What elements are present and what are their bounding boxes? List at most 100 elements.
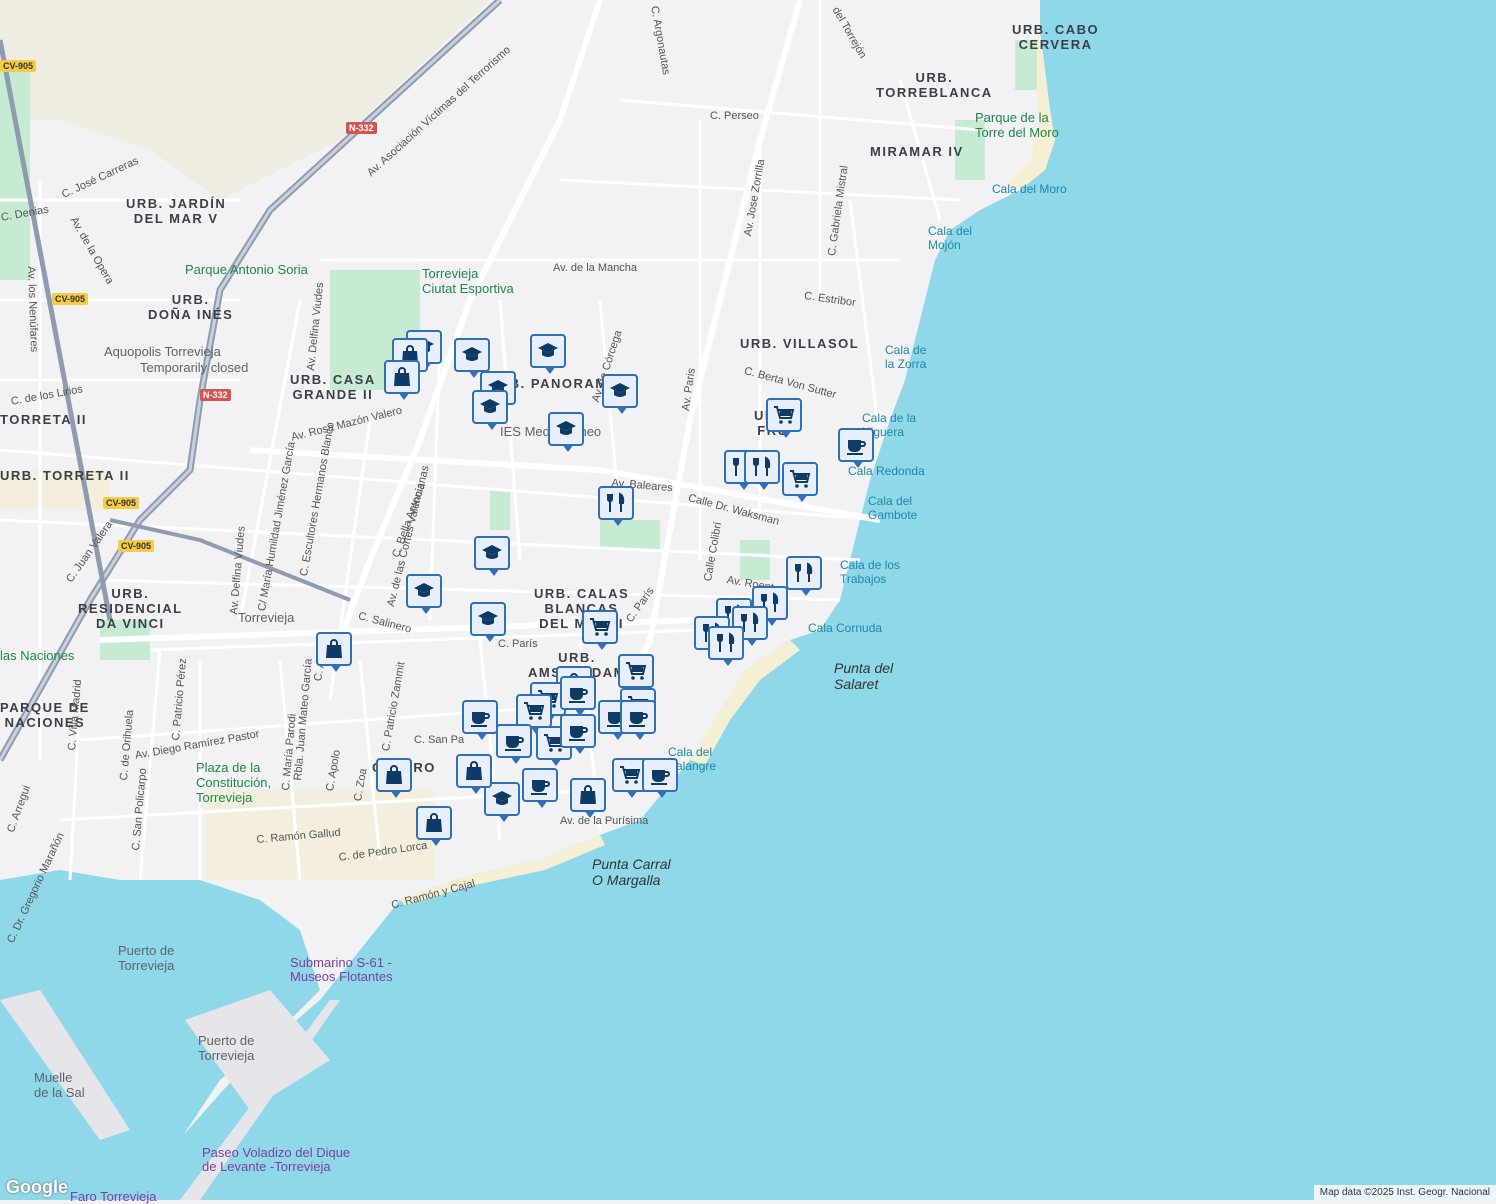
cafe-icon	[531, 780, 550, 795]
attraction-label: Paseo Voladizo del Dique de Levante -Tor…	[202, 1145, 351, 1174]
park	[490, 490, 510, 530]
cove-label: Cala de los Trabajos	[840, 558, 901, 586]
cafe-pin[interactable]	[462, 700, 498, 740]
shop-icon	[394, 367, 410, 386]
school-icon	[538, 343, 558, 357]
place-label: Aquopolis Torrevieja	[104, 344, 221, 359]
shop-pin[interactable]	[456, 754, 492, 794]
cart-icon	[590, 618, 611, 636]
cart-pin[interactable]	[582, 610, 618, 650]
cafe-pin[interactable]	[560, 714, 596, 754]
shop-icon	[326, 639, 342, 658]
school-icon	[478, 611, 498, 625]
area-label: URB. CASA GRANDE II	[290, 372, 376, 402]
place-label: Puerto de Torrevieja	[198, 1033, 255, 1063]
area-label: URB. DOÑA INÉS	[148, 292, 234, 322]
cove-label: Cala del Gambote	[868, 494, 918, 522]
cafe-pin[interactable]	[838, 428, 874, 468]
cafe-icon	[505, 736, 524, 751]
park-label: Torrevieja Ciutat Esportiva	[422, 266, 514, 296]
restaurant-pin[interactable]	[786, 556, 822, 596]
area-label: URB. JARDÍN DEL MAR V	[126, 196, 227, 226]
shop-icon	[580, 785, 596, 804]
headland-label: Punta Carral O Margalla	[592, 856, 671, 888]
place-label: Temporarily closed	[140, 360, 249, 375]
shop-pin[interactable]	[316, 632, 352, 672]
cafe-pin[interactable]	[522, 768, 558, 808]
shop-icon	[426, 813, 442, 832]
cart-icon	[774, 406, 795, 424]
road-shield: CV-905	[0, 60, 37, 72]
road-shield: CV-905	[118, 540, 155, 552]
street-label: C. San Pa	[414, 734, 465, 746]
school-icon	[414, 583, 434, 597]
park-label: las Naciones	[0, 648, 75, 663]
cafe-icon	[651, 770, 670, 785]
road-shield: N-332	[346, 122, 377, 134]
cart-pin[interactable]	[782, 462, 818, 502]
cart-icon	[626, 662, 647, 680]
restaurant-icon	[753, 456, 771, 476]
shop-pin[interactable]	[416, 806, 452, 846]
park	[740, 540, 770, 580]
shop-pin[interactable]	[376, 758, 412, 798]
shop-icon	[466, 761, 482, 780]
cove-label: Cala del Mojón	[928, 224, 973, 252]
school-icon	[480, 399, 500, 413]
school-pin[interactable]	[406, 574, 442, 614]
restaurant-icon	[795, 562, 813, 582]
cart-pin[interactable]	[516, 694, 552, 734]
cafe-icon	[471, 712, 490, 727]
map-attribution: Map data ©2025 Inst. Geogr. Nacional	[1313, 1185, 1496, 1200]
area-label: TORRETA II	[0, 412, 87, 427]
road-shield: N-332	[200, 389, 231, 401]
google-logo: Google	[6, 1177, 68, 1197]
school-icon	[482, 545, 502, 559]
attraction-label: Faro Torrevieja	[70, 1189, 157, 1204]
cafe-icon	[847, 440, 866, 455]
school-pin[interactable]	[602, 374, 638, 414]
headland-label: Punta del Salaret	[834, 660, 894, 692]
cart-pin[interactable]	[766, 398, 802, 438]
area-label: URB. CABO CERVERA	[1012, 22, 1100, 52]
restaurant-pin[interactable]	[708, 626, 744, 666]
park-label: Parque de la Torre del Moro	[975, 110, 1059, 140]
school-icon	[610, 383, 630, 397]
school-pin[interactable]	[530, 334, 566, 374]
cafe-pin[interactable]	[620, 700, 656, 740]
cove-label: Cala de la Zorra	[885, 343, 927, 371]
cafe-pin[interactable]	[560, 676, 596, 716]
school-pin[interactable]	[472, 390, 508, 430]
cafe-icon	[629, 712, 648, 727]
restaurant-pin[interactable]	[598, 486, 634, 526]
restaurant-icon	[717, 632, 735, 652]
school-icon	[492, 791, 512, 805]
cafe-pin[interactable]	[642, 758, 678, 798]
cove-label: Cala Cornuda	[808, 621, 883, 635]
park-label: Parque Antonio Soria	[185, 262, 308, 277]
school-icon	[462, 347, 482, 361]
school-pin[interactable]	[454, 338, 490, 378]
cart-pin[interactable]	[618, 654, 654, 694]
park-label: Plaza de la Constitución, Torrevieja	[196, 760, 272, 805]
street-label: Av. de la Purísima	[560, 815, 649, 827]
school-icon	[556, 421, 576, 435]
place-label: Muelle de la Sal	[34, 1070, 85, 1100]
shop-icon	[386, 765, 402, 784]
street-label: Av. de la Mancha	[553, 262, 637, 274]
place-label: Torrevieja	[238, 610, 295, 625]
area-label: MIRAMAR IV	[870, 144, 964, 159]
park	[600, 520, 660, 550]
road-shield: CV-905	[103, 497, 140, 509]
area-label: URB. TORREBLANCA	[876, 70, 993, 100]
shop-pin[interactable]	[570, 778, 606, 818]
restaurant-pin[interactable]	[744, 450, 780, 490]
school-pin[interactable]	[470, 602, 506, 642]
school-pin[interactable]	[474, 536, 510, 576]
street-label: C. París	[498, 638, 538, 650]
cafe-pin[interactable]	[496, 724, 532, 764]
shop-pin[interactable]	[384, 360, 420, 400]
cart-icon	[620, 766, 641, 784]
cafe-icon	[569, 688, 588, 703]
school-pin[interactable]	[548, 412, 584, 452]
